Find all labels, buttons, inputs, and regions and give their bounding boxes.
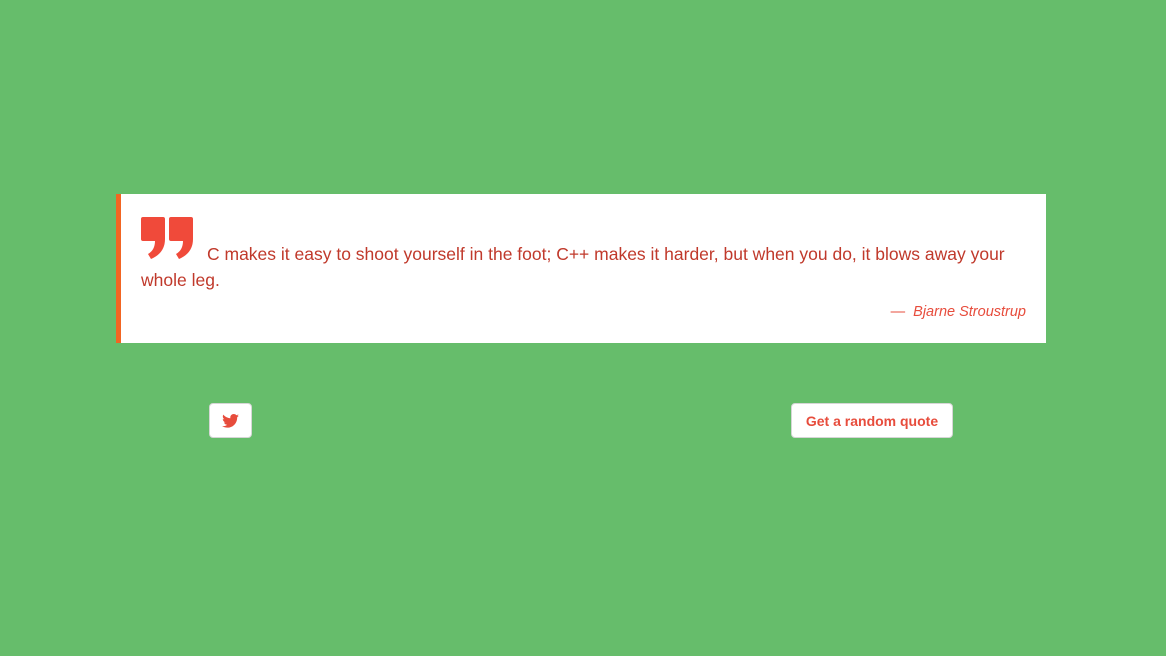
quote-author: — Bjarne Stroustrup (891, 304, 1026, 320)
author-dash: — (890, 304, 906, 320)
tweet-button[interactable] (209, 403, 252, 438)
quote-card: C makes it easy to shoot yourself in the… (116, 194, 1046, 343)
twitter-icon (222, 413, 239, 428)
quote-text: C makes it easy to shoot yourself in the… (141, 244, 1005, 290)
random-quote-button[interactable]: Get a random quote (791, 403, 953, 438)
author-name: Bjarne Stroustrup (913, 304, 1026, 320)
